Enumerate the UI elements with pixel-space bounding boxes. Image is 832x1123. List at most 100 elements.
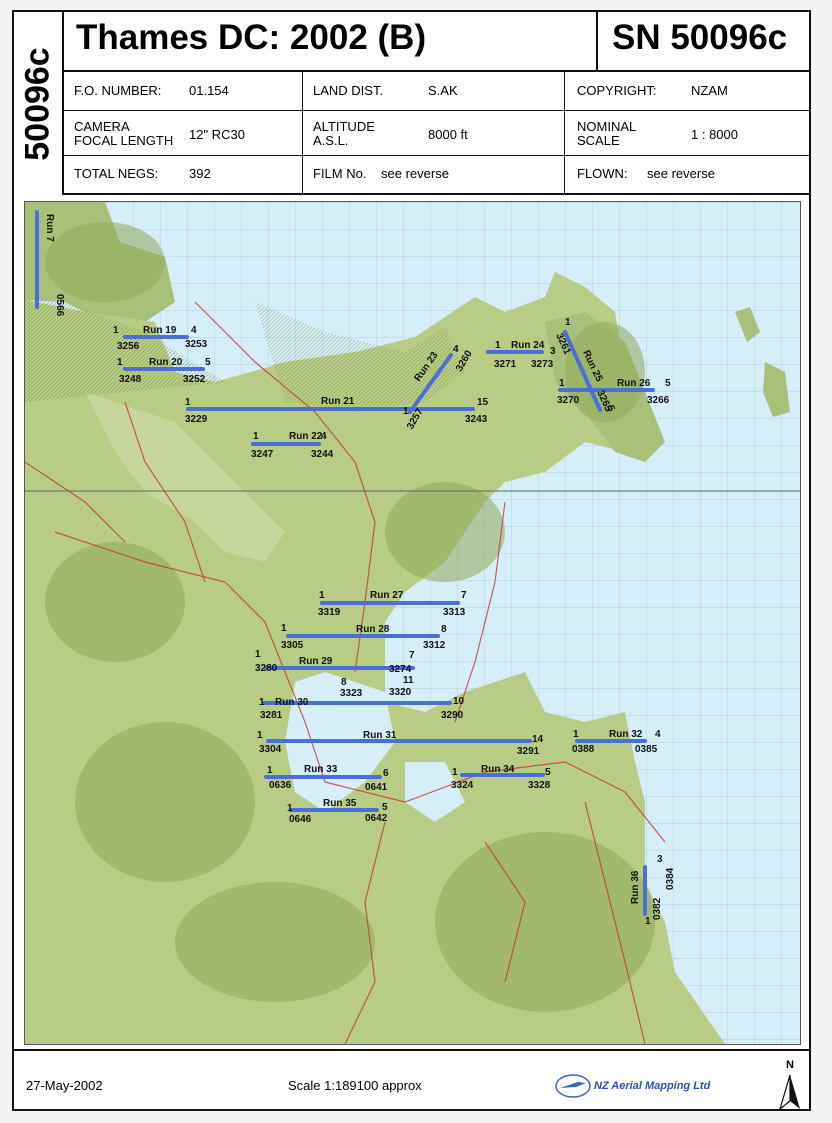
run-20-last: 3252 [183, 374, 206, 385]
asl-label: A.S.L. [313, 133, 349, 148]
run-35-name: Run 35 [323, 798, 357, 809]
north-label: N [786, 1059, 794, 1071]
label-3320: 3320 [389, 687, 412, 698]
run-33-last: 0641 [365, 782, 388, 793]
camera-label: CAMERA [74, 119, 130, 134]
run-22-name: Run 22 [289, 431, 323, 442]
run-32-last: 0385 [635, 744, 658, 755]
run-34-name: Run 34 [481, 764, 515, 775]
run-21-end: 15 [477, 397, 489, 408]
run-23-start: 1 [403, 406, 409, 417]
run-31-first: 3304 [259, 744, 282, 755]
camera-value: 12" RC30 [189, 127, 245, 142]
info-row-1: F.O. NUMBER: 01.154 LAND DIST. S.AK COPY… [62, 70, 809, 111]
run-26-end: 5 [665, 378, 671, 389]
run-35-last: 0642 [365, 813, 388, 824]
run-30-name: Run 30 [275, 697, 309, 708]
run-28-start: 1 [281, 623, 287, 634]
run-34-end: 5 [545, 767, 551, 778]
run-19-name: Run 19 [143, 325, 177, 336]
run-31-name: Run 31 [363, 730, 397, 741]
run-27-start: 1 [319, 590, 325, 601]
land-value: S.AK [428, 83, 458, 98]
run-31-start: 1 [257, 730, 263, 741]
run-36-name: Run 36 [630, 870, 641, 904]
film-label: FILM No. [313, 166, 367, 181]
run-22-first: 3247 [251, 449, 274, 460]
run-7-end: 0566 [54, 294, 65, 317]
run-34-last: 3328 [528, 780, 551, 791]
scale-label: SCALE [577, 133, 620, 148]
run-21-start: 1 [185, 397, 191, 408]
run-7-name: Run 7 [44, 214, 55, 242]
land-label: LAND DIST. [313, 83, 384, 98]
map-svg: Run 7 0566 Run 19 1 4 3256 3253 Run 20 1… [25, 202, 800, 1044]
run-27-last: 3313 [443, 607, 466, 618]
label-3323: 3323 [340, 688, 363, 699]
info-row-2: CAMERA FOCAL LENGTH 12" RC30 ALTITUDE A.… [62, 110, 809, 156]
run-24-last: 3273 [531, 359, 554, 370]
run-20-end: 5 [205, 357, 211, 368]
altitude-value: 8000 ft [428, 127, 468, 142]
focal-length-label: FOCAL LENGTH [74, 133, 174, 148]
run-27-end: 7 [461, 590, 467, 601]
run-31-end: 14 [532, 734, 544, 745]
altitude-label: ALTITUDE [313, 119, 375, 134]
run-19-last: 3253 [185, 339, 208, 350]
run-29-start: 1 [255, 649, 261, 660]
company-logo-icon [555, 1074, 591, 1098]
north-arrow-icon [779, 1075, 800, 1111]
run-29-name: Run 29 [299, 656, 333, 667]
run-24-end: 3 [550, 346, 556, 357]
run-28-name: Run 28 [356, 624, 390, 635]
run-33-start: 1 [267, 765, 273, 776]
run-36-first: 0382 [652, 897, 663, 920]
run-24-name: Run 24 [511, 340, 545, 351]
run-34-first: 3324 [451, 780, 474, 791]
flight-date: 27-May-2002 [26, 1078, 103, 1093]
run-36-start: 1 [645, 916, 651, 927]
flown-label: FLOWN: [577, 166, 628, 181]
run-34-start: 1 [452, 767, 458, 778]
fo-value: 01.154 [189, 83, 229, 98]
run-30-end: 10 [453, 696, 465, 707]
run-36-last: 0384 [665, 867, 676, 890]
run-22-end: 4 [321, 431, 327, 442]
run-31-last: 3291 [517, 746, 540, 757]
sidebar-code: 50096c [18, 47, 57, 161]
run-28-first: 3305 [281, 640, 304, 651]
sidebar-panel: 50096c [14, 12, 64, 193]
run-21-first: 3229 [185, 414, 208, 425]
nominal-scale-value: 1 : 8000 [691, 127, 738, 142]
run-19-first: 3256 [117, 341, 140, 352]
run-30-start: 1 [259, 697, 265, 708]
run-32-end: 4 [655, 729, 661, 740]
run-21-last: 3243 [465, 414, 488, 425]
sn-number: SN 50096c [612, 18, 788, 57]
total-negs-value: 392 [189, 166, 211, 181]
run-19-end: 4 [191, 325, 197, 336]
fo-label: F.O. NUMBER: [74, 83, 162, 98]
run-26-start: 1 [559, 378, 565, 389]
run-35-end: 5 [382, 802, 388, 813]
run-32-name: Run 32 [609, 729, 643, 740]
sn-box: SN 50096c [596, 12, 813, 70]
nominal-label: NOMINAL [577, 119, 637, 134]
run-22-start: 1 [253, 431, 259, 442]
run-29-last: 3274 [389, 664, 412, 675]
run-24-first: 3271 [494, 359, 517, 370]
run-32-start: 1 [573, 729, 579, 740]
run-21-name: Run 21 [321, 396, 355, 407]
run-28-end: 8 [441, 624, 447, 635]
approx-scale: Scale 1:189100 approx [288, 1078, 422, 1093]
flown-value: see reverse [647, 166, 715, 181]
run-35-first: 0646 [289, 814, 312, 825]
page-title: Thames DC: 2002 (B) [76, 18, 427, 57]
run-26-last: 3266 [647, 395, 670, 406]
run-33-name: Run 33 [304, 764, 338, 775]
run-29-first: 3280 [255, 663, 278, 674]
company-logo [554, 1073, 592, 1102]
map-sheet: 50096c Thames DC: 2002 (B) SN 50096c F.O… [12, 10, 811, 1111]
run-20-first: 3248 [119, 374, 142, 385]
run-26-first: 3270 [557, 395, 580, 406]
